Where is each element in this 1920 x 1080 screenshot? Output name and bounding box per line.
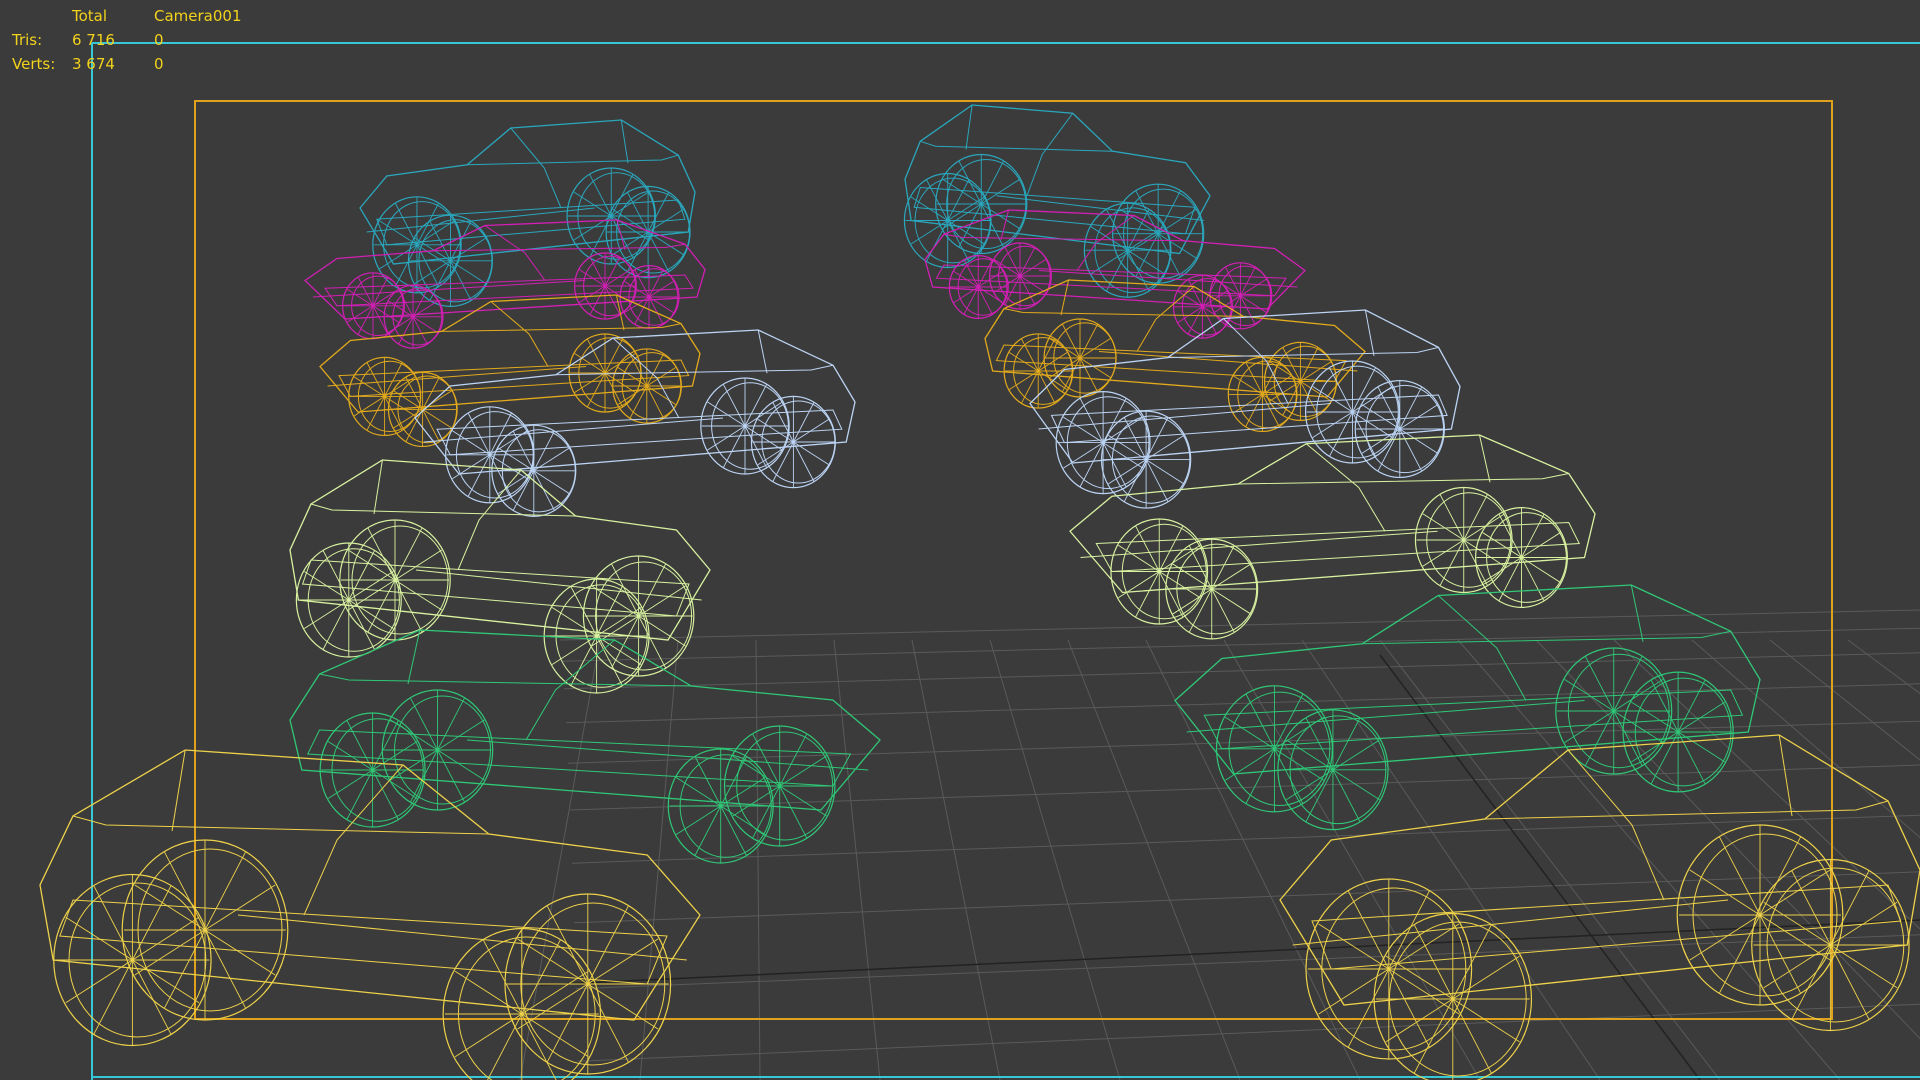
stats-tris-camera: 0 [154, 31, 164, 49]
stats-verts-total: 3 674 [72, 55, 115, 73]
stats-tris-label: Tris: [12, 31, 43, 49]
stats-verts-label: Verts: [12, 55, 56, 73]
viewport-background [0, 0, 1920, 1080]
stats-camera-header: Camera001 [154, 7, 242, 25]
stats-total-header: Total [72, 7, 108, 25]
viewport-scene[interactable] [0, 0, 1920, 1080]
stats-verts-camera: 0 [154, 55, 164, 73]
stats-tris-total: 6 716 [72, 31, 115, 49]
3d-viewport[interactable]: Total Camera001 Tris: 6 716 0 Verts: 3 6… [0, 0, 1920, 1080]
